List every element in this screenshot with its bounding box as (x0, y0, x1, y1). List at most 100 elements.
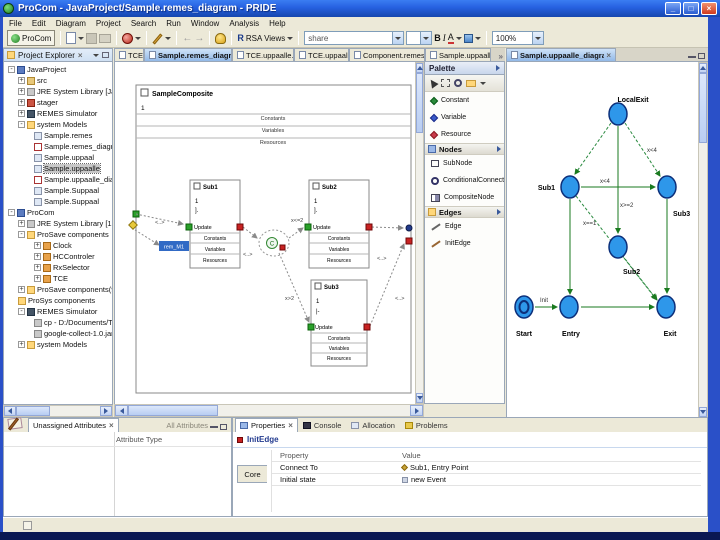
fill-color-dropdown-icon[interactable] (474, 36, 481, 40)
panel-maximize-icon[interactable] (220, 424, 227, 430)
editor-tab[interactable]: Sample.uppaalle... (425, 48, 491, 61)
tree-item[interactable]: ProSave components (4, 229, 112, 240)
run-dropdown-icon[interactable] (135, 36, 142, 40)
tree-item[interactable]: Sample.uppaal (4, 152, 112, 163)
sub2-node[interactable]: Sub2 1 ]. Update Constants Variables Res… (304, 179, 373, 269)
scroll-thumb[interactable] (416, 73, 423, 133)
palette-group-edges[interactable]: Edges (425, 206, 504, 218)
tree-item[interactable]: cp - D:/Documents/TasksPhD... (4, 317, 112, 328)
panel-maximize-icon[interactable] (698, 53, 705, 59)
out-port[interactable] (236, 223, 244, 231)
print-icon[interactable] (99, 33, 112, 43)
output-port[interactable] (405, 224, 413, 232)
mode-diagram-canvas[interactable]: LocalExit Sub1 Sub3 Sub2 Start Entry Exi… (506, 62, 698, 418)
sub2-mode-node[interactable] (608, 235, 628, 259)
note-tool-icon[interactable] (466, 79, 476, 87)
exit-node[interactable] (656, 295, 676, 319)
menu-project[interactable]: Project (96, 19, 121, 28)
tree-item[interactable]: JavaProject (4, 64, 112, 75)
font-color-button[interactable]: A (447, 32, 454, 44)
explorer-hscrollbar[interactable] (3, 405, 113, 417)
new-wizard-icon[interactable] (66, 32, 77, 44)
tab-close-icon[interactable]: × (288, 421, 293, 430)
update-port[interactable] (307, 323, 315, 331)
scroll-up-icon[interactable] (416, 63, 423, 73)
tree-item[interactable]: src (4, 75, 112, 86)
sub3-mode-node[interactable] (657, 175, 677, 199)
lamp-icon[interactable] (215, 32, 227, 44)
run-icon[interactable] (122, 32, 134, 44)
font-size-button[interactable] (420, 32, 432, 44)
menu-help[interactable]: Help (269, 19, 285, 28)
redo-icon[interactable]: → (194, 33, 204, 44)
save-icon[interactable] (86, 32, 98, 44)
properties-table[interactable]: Property Value Connect To Sub1, Entry Po… (271, 450, 701, 512)
tree-item[interactable]: Sample.uppaalle_diagram (4, 174, 112, 185)
sub1-node[interactable]: Sub1 1 ]. Update Constants Variables Res… (185, 179, 244, 269)
tree-item[interactable]: Clock (4, 240, 112, 251)
editor-tab[interactable]: TCE.uppaalle.di... (232, 48, 294, 61)
select-tool-icon[interactable] (427, 77, 439, 89)
palette-header[interactable]: Palette (425, 62, 504, 75)
tree-item[interactable]: Sample.Suppaal (4, 196, 112, 207)
font-combo[interactable]: share (304, 31, 405, 45)
connector-port[interactable] (279, 244, 286, 251)
scroll-thumb[interactable] (699, 73, 707, 143)
localexit-node[interactable] (608, 102, 628, 126)
tab-close-icon[interactable]: × (109, 421, 114, 430)
close-button[interactable]: × (701, 2, 717, 15)
fill-color-icon[interactable] (463, 33, 473, 43)
sub1-mode-node[interactable] (560, 175, 580, 199)
sub3-node[interactable]: Sub3 1 |- Update Constants Variables Res… (307, 279, 371, 367)
procom-button[interactable]: ProCom (7, 30, 56, 46)
attribute-type-column-header[interactable]: Attribute Type (116, 435, 162, 444)
property-column-header[interactable]: Property (272, 451, 402, 460)
menu-edit[interactable]: Edit (32, 19, 46, 28)
update-port[interactable] (304, 223, 312, 231)
scroll-thumb[interactable] (16, 406, 50, 416)
palette-item-constant[interactable]: Constant (425, 92, 504, 109)
scroll-up-icon[interactable] (699, 63, 707, 73)
right-editor-vscrollbar[interactable] (698, 62, 708, 418)
all-attributes-tab[interactable]: All Attributes (166, 421, 210, 432)
scroll-left-icon[interactable] (4, 406, 16, 416)
editor-tab[interactable]: Component.remes_... (349, 48, 425, 61)
menu-diagram[interactable]: Diagram (56, 19, 86, 28)
palette-item-subnode[interactable]: SubNode (425, 155, 504, 172)
tree-item[interactable]: RxSelector (4, 262, 112, 273)
tab-problems[interactable]: Problems (400, 419, 453, 432)
tree-item[interactable]: ProCom (4, 207, 112, 218)
output-port[interactable] (405, 237, 413, 245)
tree-item[interactable]: Sample.uppaalle (4, 163, 112, 174)
core-tab[interactable]: Core (237, 465, 267, 483)
minimize-button[interactable]: _ (665, 2, 681, 15)
tree-item[interactable]: ProSys components (4, 295, 112, 306)
menu-run[interactable]: Run (166, 19, 181, 28)
tree-item[interactable]: TCE (4, 273, 112, 284)
out-port[interactable] (365, 223, 373, 231)
font-combo-button[interactable] (392, 32, 404, 44)
palette-group-nodes[interactable]: Nodes (425, 143, 504, 155)
start-node[interactable] (514, 295, 534, 319)
tree-item[interactable]: stager (4, 97, 112, 108)
zoom-combo-button[interactable] (531, 32, 543, 44)
mode-nodes[interactable] (514, 102, 677, 319)
rsa-views-button[interactable]: RSA Views (246, 34, 285, 43)
scroll-right-icon[interactable] (410, 405, 423, 416)
palette-item-edge[interactable]: Edge (425, 218, 504, 235)
menu-analysis[interactable]: Analysis (229, 19, 259, 28)
scroll-down-icon[interactable] (416, 393, 423, 403)
attributes-tab-active[interactable]: Unassigned Attributes × (28, 418, 119, 432)
restore-button[interactable]: □ (683, 2, 699, 15)
status-icon[interactable] (23, 520, 32, 530)
property-row[interactable]: Initial state new Event (272, 474, 701, 486)
project-explorer-tree[interactable]: JavaProject src JRE System Library [Java… (3, 62, 113, 405)
tree-item[interactable]: REMES Simulator (4, 306, 112, 317)
new-wizard-dropdown-icon[interactable] (78, 36, 85, 40)
tab-console[interactable]: Console (298, 419, 347, 432)
tree-item[interactable]: system Models (4, 339, 112, 350)
menu-file[interactable]: File (9, 19, 22, 28)
palette-item-conditionalconnector[interactable]: ConditionalConnector (425, 172, 504, 189)
panel-minimize-icon[interactable] (210, 426, 218, 428)
rsa-views-dropdown-icon[interactable] (287, 36, 294, 40)
